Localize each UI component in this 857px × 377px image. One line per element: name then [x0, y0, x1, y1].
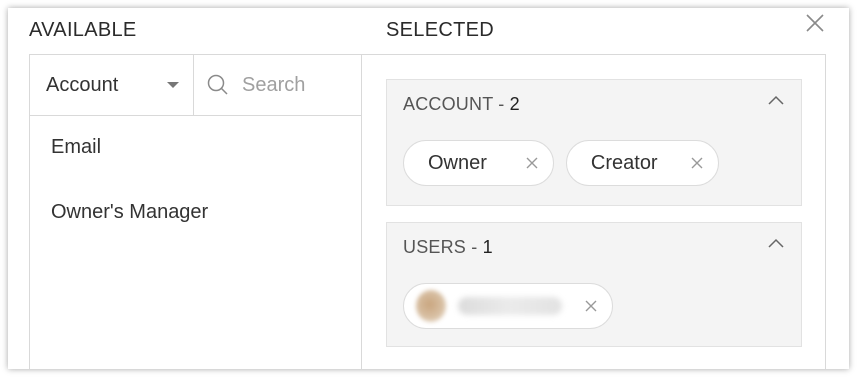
account-group-label: ACCOUNT -: [403, 94, 510, 114]
chip-owner: Owner: [403, 140, 554, 186]
search-icon: [207, 74, 228, 95]
module-dropdown-value: Account: [46, 73, 119, 96]
close-icon[interactable]: [803, 11, 827, 35]
chip-creator: Creator: [565, 140, 719, 186]
users-group-title: USERS - 1: [403, 237, 493, 258]
redacted-user-name: [458, 297, 562, 315]
module-dropdown[interactable]: Account: [30, 55, 194, 115]
caret-down-icon: [167, 82, 179, 88]
search-box[interactable]: [194, 55, 361, 115]
chip-creator-label: Creator: [590, 151, 658, 174]
filter-row: Account: [30, 55, 361, 116]
avatar: [416, 290, 447, 322]
account-group-count: 2: [509, 94, 520, 114]
selected-panel: ACCOUNT - 2 Owner Creator USERS - 1: [362, 54, 826, 369]
available-item-owners-manager[interactable]: Owner's Manager: [30, 180, 361, 244]
available-list: Email Owner's Manager: [30, 116, 361, 244]
available-item-email[interactable]: Email: [30, 116, 361, 180]
users-group-label: USERS -: [403, 237, 483, 257]
available-panel: Account Email Owner's Manager: [29, 54, 362, 369]
chevron-up-icon[interactable]: [767, 94, 785, 108]
available-header: AVAILABLE: [29, 19, 137, 41]
chip-owner-label: Owner: [428, 151, 487, 174]
account-chips: Owner Creator: [403, 140, 719, 186]
close-small-icon[interactable]: [584, 299, 598, 313]
dialog: AVAILABLE SELECTED Account Email Owner's…: [8, 8, 849, 369]
close-small-icon[interactable]: [525, 156, 539, 170]
account-group: ACCOUNT - 2 Owner Creator: [386, 79, 802, 206]
chevron-up-icon[interactable]: [767, 237, 785, 251]
selected-header: SELECTED: [386, 19, 494, 41]
users-chips: [403, 283, 613, 329]
close-small-icon[interactable]: [690, 156, 704, 170]
search-input[interactable]: [240, 72, 354, 98]
users-group: USERS - 1: [386, 222, 802, 347]
users-group-count: 1: [482, 237, 493, 257]
chip-user: [403, 283, 613, 329]
account-group-title: ACCOUNT - 2: [403, 94, 520, 115]
